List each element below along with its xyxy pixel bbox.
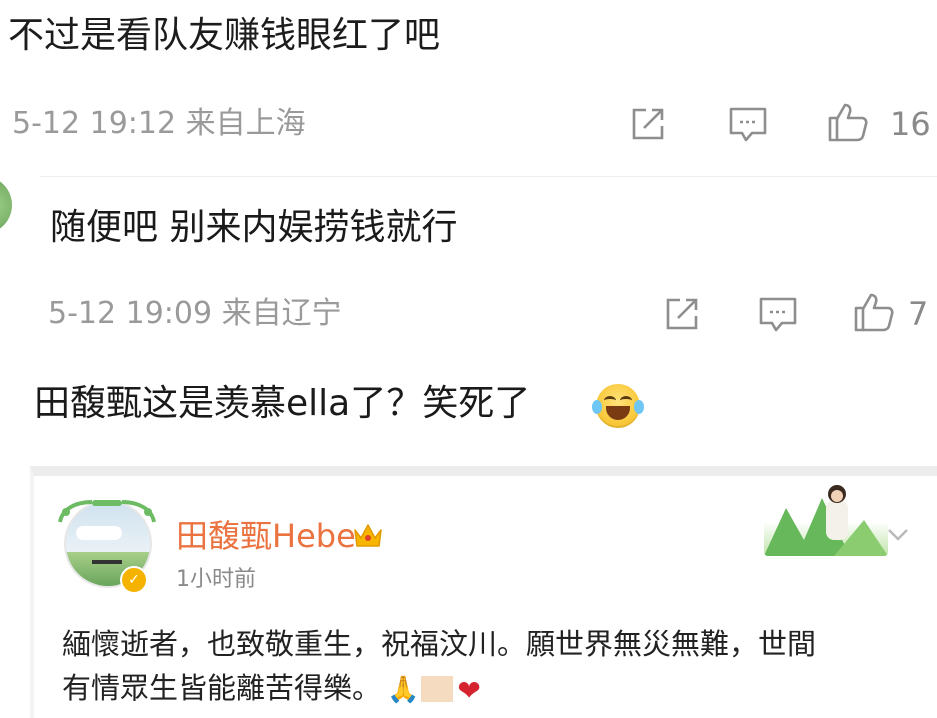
comment-2-text: 随便吧 别来内娱捞钱就行: [50, 207, 458, 248]
post-time: 1小时前: [176, 567, 256, 592]
commenter-avatar[interactable]: [0, 176, 12, 234]
comment-2-reply-button[interactable]: [756, 292, 800, 336]
heart-emoji-icon: ❤: [457, 674, 481, 707]
skin-tone-box-icon: [421, 676, 454, 702]
thumbs-up-icon: [854, 293, 894, 332]
comment-1-reply-button[interactable]: [726, 102, 770, 146]
share-icon: [666, 298, 698, 330]
post-body-line-1: 緬懷逝者，也致敬重生，祝福汶川。願世界無災無難，世間: [62, 627, 817, 661]
laughing-crying-emoji-icon: [592, 384, 644, 428]
comment-icon: [759, 297, 797, 332]
thumbs-up-icon: [828, 103, 868, 142]
verified-badge-icon: ✓: [120, 566, 148, 594]
post-header-image[interactable]: [764, 480, 888, 556]
comment-2-like-button[interactable]: [852, 290, 896, 334]
comment-1-text: 不过是看队友赚钱眼红了吧: [8, 15, 441, 56]
comment-2-like-count: 7: [908, 295, 929, 333]
comment-1-like-count: 16: [890, 105, 931, 143]
praying-hands-emoji-icon: 🙏: [387, 675, 420, 705]
crown-icon: [354, 524, 382, 547]
mountains-icon: [764, 485, 888, 556]
divider: [40, 176, 937, 177]
comment-1-like-button[interactable]: [826, 100, 870, 144]
comment-2-time: 5-12 19:09 来自辽宁: [48, 296, 342, 331]
comment-2-share-button[interactable]: [660, 292, 704, 336]
comment-icon: [729, 107, 767, 142]
comment-3-text: 田馥甄这是羡慕ella了？笑死了: [34, 383, 531, 424]
author-name[interactable]: 田馥甄Hebe: [176, 516, 356, 556]
post-body-line-2-text: 有情眾生皆能離苦得樂。: [62, 671, 382, 705]
avatar-wreath-icon: [58, 500, 156, 523]
comment-1-share-button[interactable]: [626, 102, 670, 146]
comment-1-time: 5-12 19:12 来自上海: [12, 106, 306, 141]
share-icon: [632, 108, 664, 140]
chevron-down-icon[interactable]: [884, 520, 912, 548]
post-body-line-2: 有情眾生皆能離苦得樂。 🙏 ❤: [62, 666, 902, 713]
post-body: 緬懷逝者，也致敬重生，祝福汶川。願世界無災無難，世間 有情眾生皆能離苦得樂。 🙏 ❤: [62, 622, 902, 713]
